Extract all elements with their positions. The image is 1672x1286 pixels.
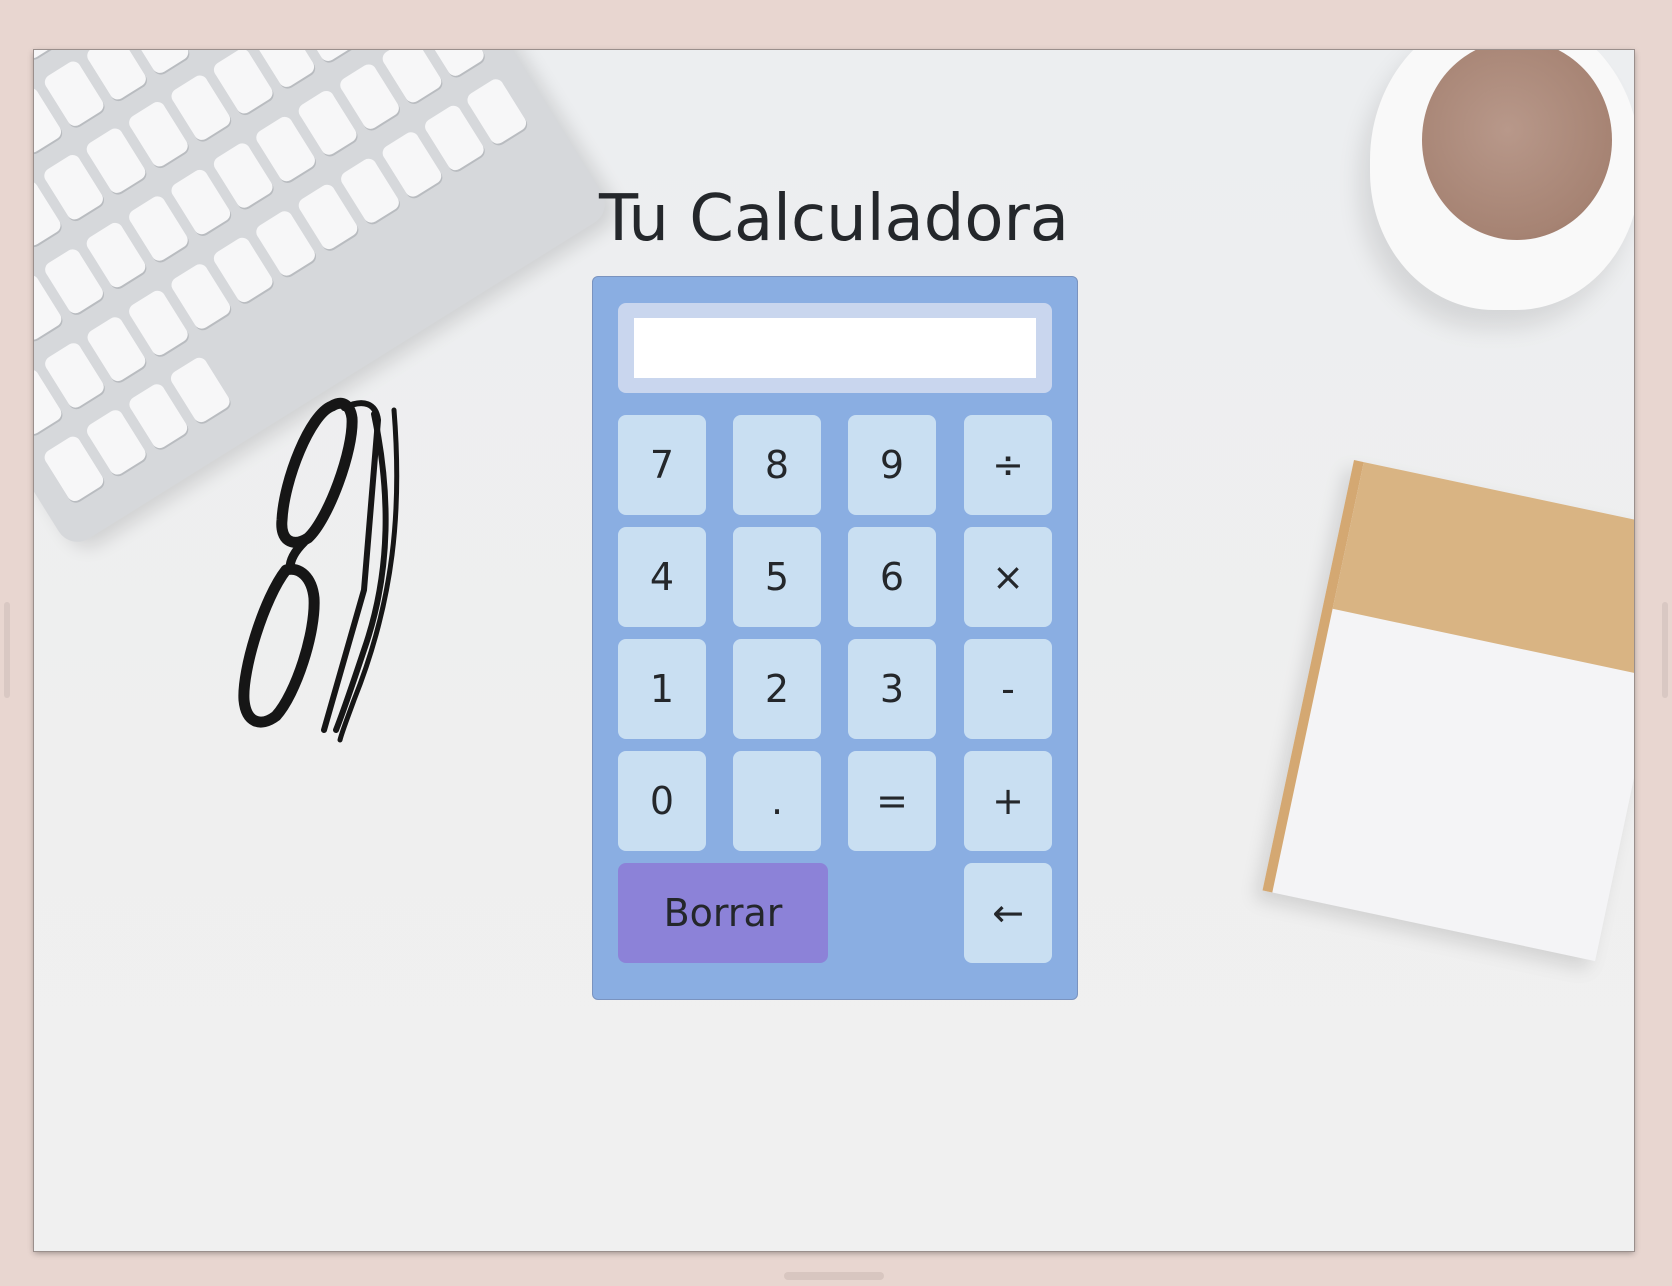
- right-resize-handle[interactable]: [1662, 602, 1668, 698]
- equals-button[interactable]: =: [848, 751, 936, 851]
- digit-6-button[interactable]: 6: [848, 527, 936, 627]
- multiply-button[interactable]: ×: [964, 527, 1052, 627]
- eyeglasses-photo: [238, 397, 400, 743]
- digit-7-button[interactable]: 7: [618, 415, 706, 515]
- add-button[interactable]: +: [964, 751, 1052, 851]
- clear-button[interactable]: Borrar: [618, 863, 828, 963]
- display-frame: [618, 303, 1052, 393]
- bottom-resize-handle[interactable]: [784, 1272, 884, 1280]
- divide-button[interactable]: ÷: [964, 415, 1052, 515]
- digit-0-button[interactable]: 0: [618, 751, 706, 851]
- digit-9-button[interactable]: 9: [848, 415, 936, 515]
- app-window: Tu Calculadora 7 8 9 ÷ 4 5 6 × 1 2 3 - 0…: [34, 50, 1634, 1251]
- digit-4-button[interactable]: 4: [618, 527, 706, 627]
- digit-3-button[interactable]: 3: [848, 639, 936, 739]
- display-input[interactable]: [634, 318, 1036, 378]
- digit-8-button[interactable]: 8: [733, 415, 821, 515]
- calculator: 7 8 9 ÷ 4 5 6 × 1 2 3 - 0 . = + Borrar ←: [592, 276, 1078, 1000]
- left-resize-handle[interactable]: [4, 602, 10, 698]
- digit-5-button[interactable]: 5: [733, 527, 821, 627]
- backspace-button[interactable]: ←: [964, 863, 1052, 963]
- notebook-photo: [1262, 460, 1634, 962]
- digit-1-button[interactable]: 1: [618, 639, 706, 739]
- page-title: Tu Calculadora: [598, 182, 1070, 256]
- digit-2-button[interactable]: 2: [733, 639, 821, 739]
- decimal-button[interactable]: .: [733, 751, 821, 851]
- coffee-cup-photo: [1370, 50, 1634, 310]
- subtract-button[interactable]: -: [964, 639, 1052, 739]
